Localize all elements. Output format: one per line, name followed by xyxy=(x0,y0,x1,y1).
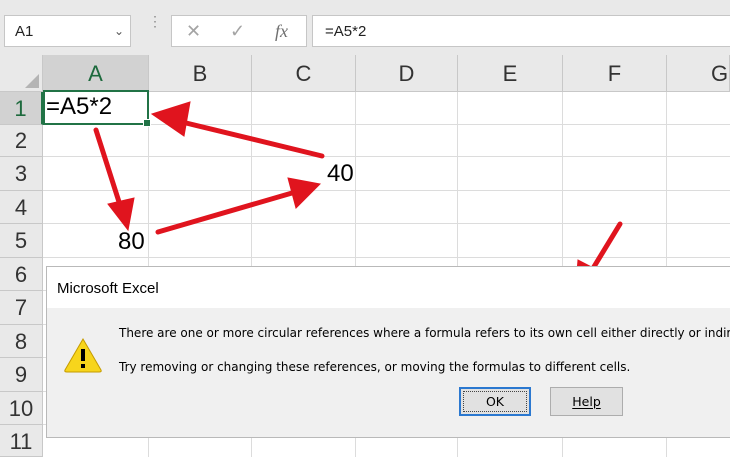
arrow-line xyxy=(179,119,325,159)
arrow-line xyxy=(93,127,123,208)
dialog-title-bar[interactable]: Microsoft Excel xyxy=(47,267,730,308)
arrowhead xyxy=(287,177,322,209)
ok-button[interactable]: OK xyxy=(459,387,531,416)
arrow-line xyxy=(155,190,295,235)
warning-icon xyxy=(64,338,102,373)
dialog-message-line2: Try removing or changing these reference… xyxy=(119,360,631,374)
dialog-title: Microsoft Excel xyxy=(57,280,159,297)
dialog-message-line1: There are one or more circular reference… xyxy=(119,326,730,340)
help-button[interactable]: Help xyxy=(550,387,623,416)
arrowhead xyxy=(150,101,191,137)
circular-reference-dialog: Microsoft Excel There are one or more ci… xyxy=(46,266,730,438)
arrow-line xyxy=(589,221,623,273)
help-button-label: Help xyxy=(572,394,601,409)
focus-ring xyxy=(463,391,527,412)
arrowhead xyxy=(107,197,135,232)
